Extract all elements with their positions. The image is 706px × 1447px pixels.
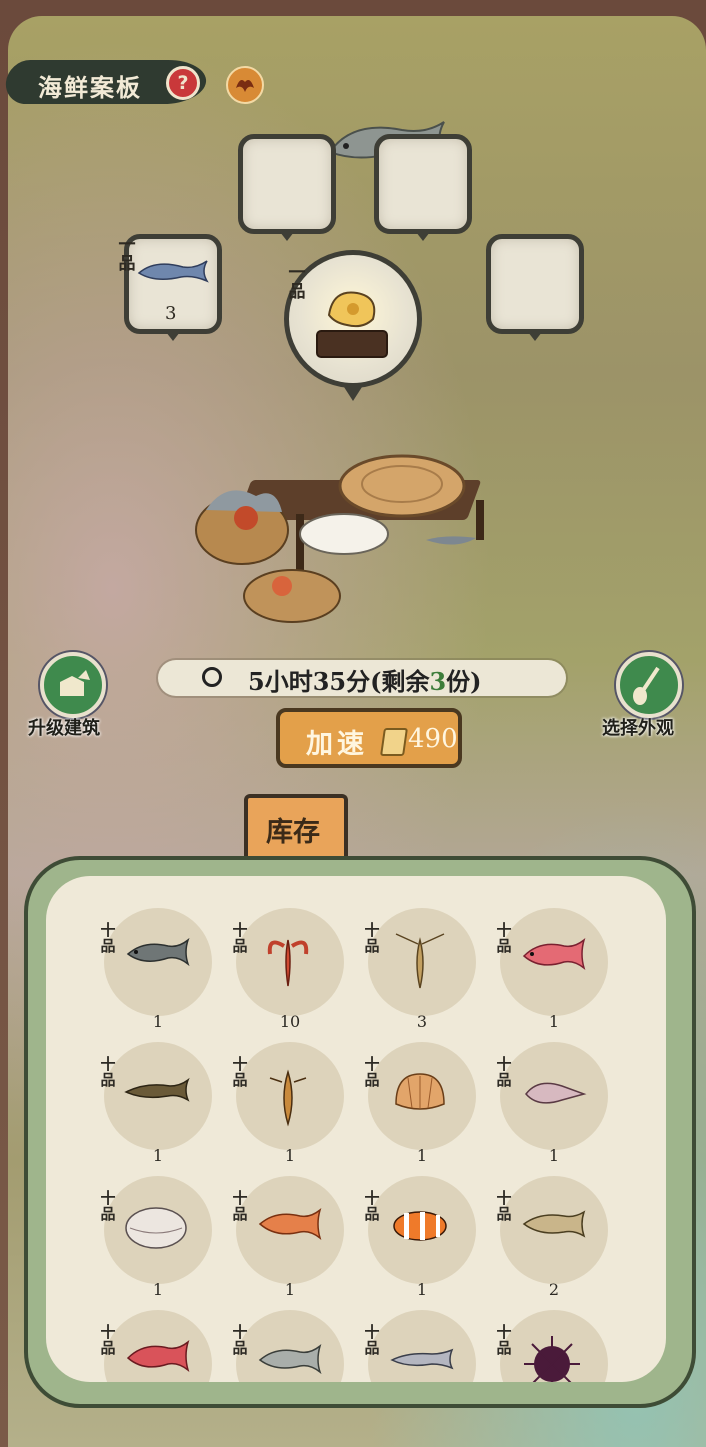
ingredient-slot-right[interactable] [486,234,584,341]
tab-inventory-label: 库存 [266,817,320,848]
conch-icon [525,1082,587,1104]
remaining-count: 3 [429,667,447,696]
inventory-item[interactable] [500,1042,608,1150]
carp-fish-icon [126,937,190,967]
clam-icon [125,1207,187,1249]
choose-appearance-button[interactable] [616,652,682,718]
slot-count: 3 [165,303,177,324]
mantis-shrimp-icon [269,1069,307,1127]
item-grade-label: 十品 [232,921,248,955]
inventory-item[interactable] [368,1310,476,1382]
timer-text: 5小时35分(剩余3份) [248,667,482,696]
inventory-item[interactable] [236,1176,344,1284]
sea-urchin-icon [524,1336,580,1382]
inventory-item[interactable] [368,1176,476,1284]
item-count: 1 [284,1280,296,1299]
sea-bream-icon [126,1339,190,1373]
item-count: 1 [284,1146,296,1165]
help-icon[interactable]: ? [166,66,200,100]
item-count: 1 [152,1012,164,1031]
item-count: 10 [279,1012,301,1031]
item-grade-label: 十品 [232,1055,248,1089]
speedup-cost: 490 [408,724,458,754]
item-grade-label: 十品 [364,1189,380,1223]
yellow-croaker-icon [522,1210,586,1238]
inventory-item[interactable] [104,908,212,1016]
page-title: 海鲜案板 [38,73,142,102]
inventory-item[interactable] [104,1042,212,1150]
inventory-item[interactable] [500,1176,608,1284]
item-grade-label: 十品 [364,1055,380,1089]
upgrade-building-button[interactable] [40,652,106,718]
item-count: 1 [152,1146,164,1165]
item-count: 3 [416,1012,428,1031]
small-fish-icon [390,1348,454,1370]
crayfish-icon [267,939,309,987]
tab-inventory[interactable]: 库存 [244,794,348,862]
inventory-item[interactable] [236,908,344,1016]
upgrade-building-label: 升级建筑 [28,718,100,739]
silver-fish-icon [258,1343,322,1375]
red-carp-icon [258,1207,322,1241]
active-slot-grade-label: 一品 [288,263,306,302]
anchovy-icon [137,260,209,283]
inventory-item[interactable] [236,1310,344,1382]
item-grade-label: 十品 [496,1055,512,1089]
item-grade-label: 十品 [496,921,512,955]
item-count: 1 [152,1280,164,1299]
item-grade-label: 十品 [100,1189,116,1223]
ingredient-slot-top-left[interactable] [238,134,336,241]
inventory-item[interactable] [236,1042,344,1150]
seafood-board-building [195,454,484,623]
red-snapper-icon [522,937,586,971]
scallop-icon [395,1073,445,1110]
item-grade-label: 十品 [100,1323,116,1357]
item-grade-label: 十品 [100,1055,116,1089]
item-grade-label: 十品 [364,921,380,955]
river-shrimp-icon [395,933,445,989]
ingredient-slot-left[interactable]: 3 [124,234,222,341]
inventory-grid: 十品 1 十品 10 十品 3 十品 1 十品 1 十品 1 十品 1 十品 1 十品 1 十品 1 十品 1 十品 2 十品十… [46,876,666,1382]
item-grade-label: 十品 [496,1323,512,1357]
item-grade-label: 十品 [232,1189,248,1223]
phoenix-emblem-icon[interactable] [226,66,264,104]
scroll-currency-icon [380,728,408,756]
item-grade-label: 十品 [232,1323,248,1357]
choose-appearance-label: 选择外观 [602,718,674,739]
speedup-label: 加速 [306,729,368,760]
item-count: 1 [548,1146,560,1165]
speedup-button[interactable]: 加速 490 [276,708,462,768]
inventory-item[interactable] [368,1042,476,1150]
item-grade-label: 十品 [364,1323,380,1357]
item-count: 1 [416,1280,428,1299]
fish-steak-dish-icon [316,291,388,358]
catfish-icon [124,1077,190,1102]
item-count: 1 [548,1012,560,1031]
inventory-item[interactable] [368,908,476,1016]
item-count: 1 [416,1146,428,1165]
item-grade-label: 十品 [100,921,116,955]
item-grade-label: 十品 [496,1189,512,1223]
clownfish-icon [393,1211,447,1241]
ingredient-slot-top-right[interactable] [374,134,472,241]
slot-grade-label: 一品 [118,235,136,274]
inventory-item[interactable] [104,1310,212,1382]
production-timer: 5小时35分(剩余3份) [158,660,566,696]
item-count: 2 [548,1280,560,1299]
inventory-item[interactable] [500,908,608,1016]
clock-icon [202,667,222,687]
inventory-item[interactable] [500,1310,608,1382]
inventory-item[interactable] [104,1176,212,1284]
